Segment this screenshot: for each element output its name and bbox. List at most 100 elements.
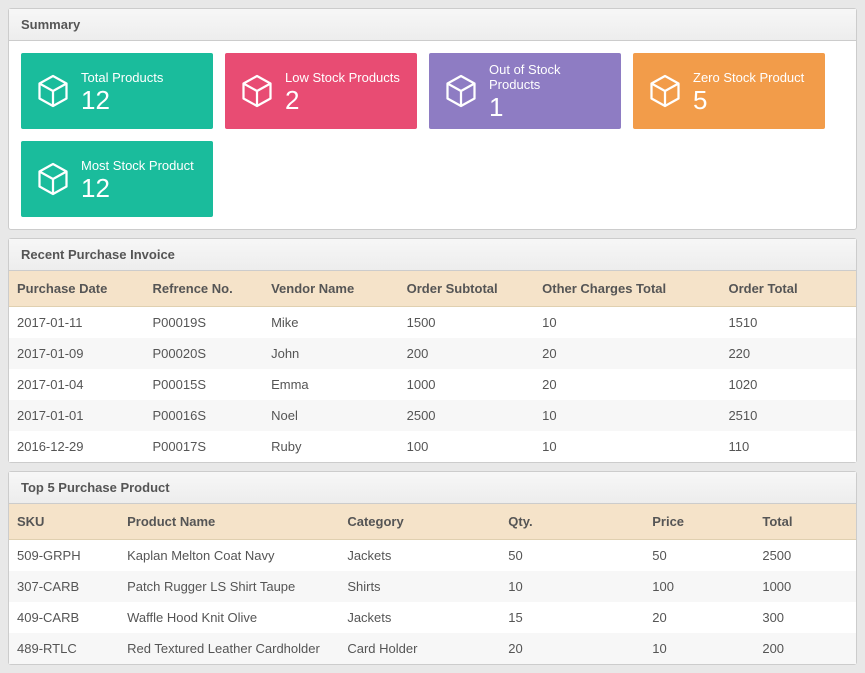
column-header: Price bbox=[644, 504, 754, 540]
column-header: Order Total bbox=[720, 271, 856, 307]
table-cell: 10 bbox=[534, 400, 720, 431]
card-value: 12 bbox=[81, 175, 201, 201]
table-cell: 10 bbox=[500, 571, 644, 602]
summary-card[interactable]: Zero Stock Product 5 bbox=[633, 53, 825, 129]
table-cell: P00015S bbox=[145, 369, 264, 400]
table-cell: 2017-01-11 bbox=[9, 307, 145, 339]
table-row[interactable]: 2016-12-29P00017SRuby10010110 bbox=[9, 431, 856, 462]
table-cell: 20 bbox=[644, 602, 754, 633]
table-cell: 100 bbox=[399, 431, 535, 462]
table-row[interactable]: 2017-01-01P00016SNoel2500102510 bbox=[9, 400, 856, 431]
table-cell: 20 bbox=[534, 338, 720, 369]
table-cell: Jackets bbox=[339, 602, 500, 633]
card-value: 5 bbox=[693, 87, 813, 113]
summary-header: Summary bbox=[9, 9, 856, 41]
table-cell: P00020S bbox=[145, 338, 264, 369]
recent-purchase-panel: Recent Purchase Invoice Purchase DateRef… bbox=[8, 238, 857, 463]
card-value: 2 bbox=[285, 87, 405, 113]
column-header: Other Charges Total bbox=[534, 271, 720, 307]
table-cell: 2017-01-04 bbox=[9, 369, 145, 400]
table-cell: 2510 bbox=[720, 400, 856, 431]
table-cell: Patch Rugger LS Shirt Taupe bbox=[119, 571, 339, 602]
column-header: Refrence No. bbox=[145, 271, 264, 307]
summary-card[interactable]: Out of Stock Products1 bbox=[429, 53, 621, 129]
table-cell: 489-RTLC bbox=[9, 633, 119, 664]
card-text: Low Stock Products 2 bbox=[285, 70, 405, 113]
table-cell: Card Holder bbox=[339, 633, 500, 664]
table-row[interactable]: 2017-01-09P00020SJohn20020220 bbox=[9, 338, 856, 369]
table-cell: 50 bbox=[500, 540, 644, 572]
table-cell: 110 bbox=[720, 431, 856, 462]
card-value: 12 bbox=[81, 87, 201, 113]
card-label: Total Products bbox=[81, 70, 201, 85]
column-header: Vendor Name bbox=[263, 271, 399, 307]
summary-card[interactable]: Most Stock Product 12 bbox=[21, 141, 213, 217]
card-text: Out of Stock Products1 bbox=[489, 62, 609, 120]
table-cell: 200 bbox=[754, 633, 856, 664]
table-cell: 2016-12-29 bbox=[9, 431, 145, 462]
table-row[interactable]: 509-GRPHKaplan Melton Coat NavyJackets50… bbox=[9, 540, 856, 572]
column-header: SKU bbox=[9, 504, 119, 540]
table-cell: 10 bbox=[534, 431, 720, 462]
box-icon bbox=[33, 71, 73, 111]
table-row[interactable]: 489-RTLCRed Textured Leather CardholderC… bbox=[9, 633, 856, 664]
summary-panel: Summary Total Products12Low Stock Produc… bbox=[8, 8, 857, 230]
card-label: Low Stock Products bbox=[285, 70, 405, 85]
recent-purchase-header: Recent Purchase Invoice bbox=[9, 239, 856, 271]
table-cell: 2017-01-09 bbox=[9, 338, 145, 369]
table-cell: Red Textured Leather Cardholder bbox=[119, 633, 339, 664]
table-cell: 307-CARB bbox=[9, 571, 119, 602]
table-cell: 2500 bbox=[754, 540, 856, 572]
box-icon bbox=[645, 71, 685, 111]
table-cell: 409-CARB bbox=[9, 602, 119, 633]
table-cell: P00016S bbox=[145, 400, 264, 431]
column-header: Product Name bbox=[119, 504, 339, 540]
table-cell: 300 bbox=[754, 602, 856, 633]
table-cell: 1500 bbox=[399, 307, 535, 339]
summary-card[interactable]: Total Products 12 bbox=[21, 53, 213, 129]
table-cell: Noel bbox=[263, 400, 399, 431]
card-label: Most Stock Product bbox=[81, 158, 201, 173]
table-row[interactable]: 409-CARBWaffle Hood Knit OliveJackets152… bbox=[9, 602, 856, 633]
table-cell: 50 bbox=[644, 540, 754, 572]
table-cell: Mike bbox=[263, 307, 399, 339]
table-cell: Emma bbox=[263, 369, 399, 400]
card-label: Zero Stock Product bbox=[693, 70, 813, 85]
box-icon bbox=[441, 71, 481, 111]
table-cell: P00017S bbox=[145, 431, 264, 462]
summary-card[interactable]: Low Stock Products 2 bbox=[225, 53, 417, 129]
table-row[interactable]: 2017-01-11P00019SMike1500101510 bbox=[9, 307, 856, 339]
card-text: Zero Stock Product 5 bbox=[693, 70, 813, 113]
table-cell: 2500 bbox=[399, 400, 535, 431]
table-cell: 20 bbox=[534, 369, 720, 400]
column-header: Total bbox=[754, 504, 856, 540]
column-header: Category bbox=[339, 504, 500, 540]
table-cell: Jackets bbox=[339, 540, 500, 572]
summary-cards: Total Products 12 Low Stock Products 2 Out o… bbox=[21, 53, 844, 217]
table-cell: 2017-01-01 bbox=[9, 400, 145, 431]
table-cell: 15 bbox=[500, 602, 644, 633]
box-icon bbox=[33, 159, 73, 199]
table-cell: 10 bbox=[534, 307, 720, 339]
table-cell: 1510 bbox=[720, 307, 856, 339]
table-cell: 220 bbox=[720, 338, 856, 369]
table-row[interactable]: 307-CARBPatch Rugger LS Shirt TaupeShirt… bbox=[9, 571, 856, 602]
card-text: Total Products 12 bbox=[81, 70, 201, 113]
table-cell: Waffle Hood Knit Olive bbox=[119, 602, 339, 633]
table-cell: Ruby bbox=[263, 431, 399, 462]
table-cell: John bbox=[263, 338, 399, 369]
table-cell: 1020 bbox=[720, 369, 856, 400]
summary-body: Total Products 12 Low Stock Products 2 Out o… bbox=[9, 41, 856, 229]
card-text: Most Stock Product 12 bbox=[81, 158, 201, 201]
column-header: Purchase Date bbox=[9, 271, 145, 307]
table-cell: P00019S bbox=[145, 307, 264, 339]
table-cell: Kaplan Melton Coat Navy bbox=[119, 540, 339, 572]
table-cell: 1000 bbox=[754, 571, 856, 602]
table-cell: 509-GRPH bbox=[9, 540, 119, 572]
table-row[interactable]: 2017-01-04P00015SEmma1000201020 bbox=[9, 369, 856, 400]
table-cell: 10 bbox=[644, 633, 754, 664]
table-cell: 20 bbox=[500, 633, 644, 664]
recent-purchase-table: Purchase DateRefrence No.Vendor Name Orde… bbox=[9, 271, 856, 462]
card-value: 1 bbox=[489, 94, 609, 120]
table-cell: 1000 bbox=[399, 369, 535, 400]
